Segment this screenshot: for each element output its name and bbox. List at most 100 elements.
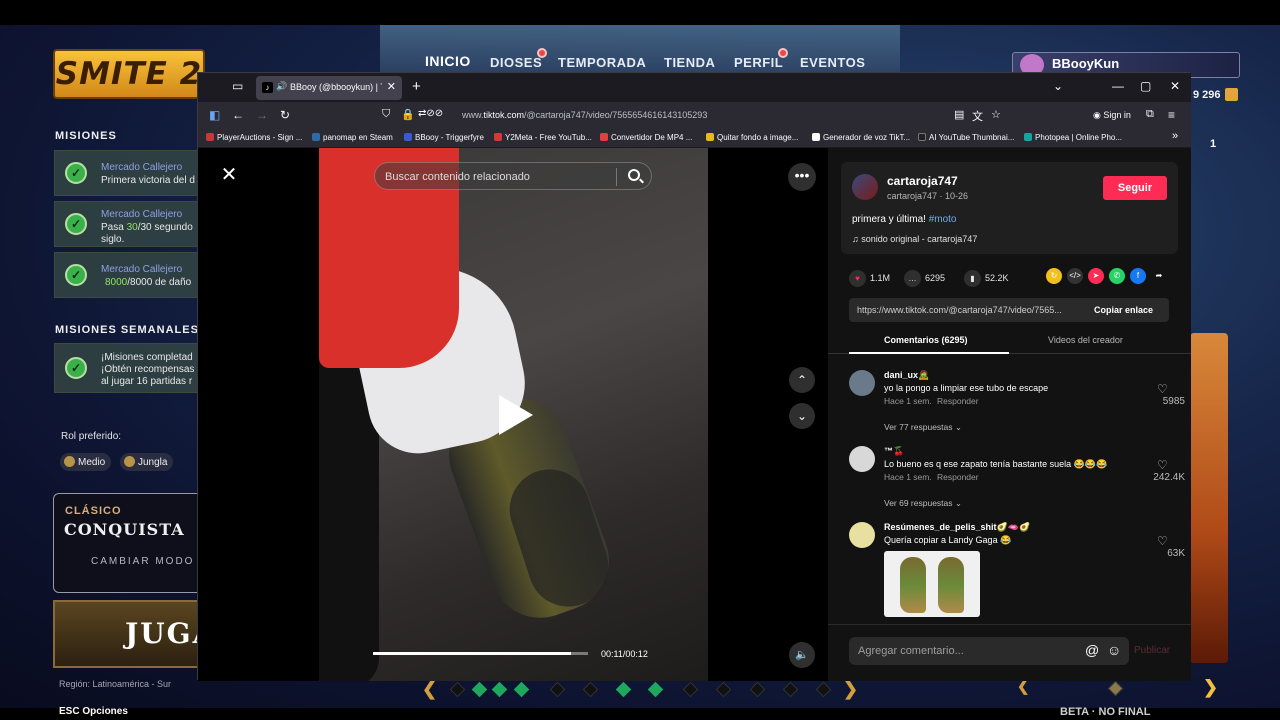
comment-user[interactable]: dani_ux🧟 (884, 370, 929, 381)
forward-icon[interactable]: → (256, 108, 268, 122)
change-mode-button[interactable]: CAMBIAR MODO (91, 556, 194, 567)
nav-eventos[interactable]: EVENTOS (800, 55, 865, 70)
minimize-icon[interactable]: — (1112, 79, 1124, 93)
sign-in-button[interactable]: ◉ Sign in (1093, 110, 1131, 121)
reply-button[interactable]: Responder (937, 396, 979, 406)
publish-button[interactable]: Publicar (1134, 645, 1170, 656)
whatsapp-icon[interactable]: ✆ (1109, 268, 1125, 284)
search-icon[interactable] (628, 169, 640, 181)
mention-icon[interactable]: @ (1085, 642, 1099, 658)
comment-image[interactable] (884, 551, 980, 617)
share-icon[interactable]: ➦ (1151, 268, 1167, 284)
bookmark-item[interactable]: Y2Meta - Free YouTub... (494, 133, 592, 142)
like-button[interactable]: ♥ 1.1M (849, 270, 890, 287)
bookmark-favicon (918, 133, 926, 141)
copy-link-button[interactable]: Copiar enlace (1094, 305, 1153, 315)
tab-overflow-icon[interactable]: ⌄ (1053, 79, 1063, 93)
mission-card[interactable]: ✓ Mercado Callejero Primera victoria del… (54, 150, 204, 196)
author-subtitle: cartaroja747 · 10-26 (887, 191, 969, 201)
mission-card[interactable]: ✓ Mercado Callejero Pasa 30/30 segundo s… (54, 201, 204, 247)
weekly-mission-card[interactable]: ✓ ¡Misiones completad ¡Obtén recompensas… (54, 343, 204, 393)
translate-icon[interactable]: 文 (972, 108, 983, 124)
mission-card[interactable]: ✓ Mercado Callejero 8000/8000 de daño (54, 252, 204, 298)
permissions-icon[interactable]: ⇄⊘⊘ (418, 108, 443, 119)
lock-icon[interactable]: 🔒 (401, 108, 415, 121)
heart-icon[interactable]: ♡ (1157, 458, 1168, 472)
facebook-icon[interactable]: f (1130, 268, 1146, 284)
sidebar-icon[interactable]: ◧ (209, 108, 220, 122)
more-options-icon[interactable]: ••• (788, 163, 816, 191)
nav-dioses[interactable]: DIOSES (490, 55, 542, 70)
close-window-icon[interactable]: ✕ (1170, 79, 1180, 93)
hashtag-link[interactable]: #moto (929, 214, 957, 225)
avatar[interactable] (852, 174, 878, 200)
repost-icon[interactable]: ↻ (1046, 268, 1062, 284)
avatar[interactable] (849, 522, 875, 548)
reply-button[interactable]: Responder (937, 472, 979, 482)
close-icon[interactable]: ✕ (216, 162, 242, 188)
related-search-input[interactable]: Buscar contenido relacionado (374, 162, 652, 190)
shield-icon[interactable]: ⛉ (382, 108, 390, 121)
speaker-icon[interactable]: 🔊 (276, 81, 287, 92)
new-tab-icon[interactable]: + (412, 78, 421, 95)
bookmark-item[interactable]: Quitar fondo a image... (706, 133, 798, 142)
bookmarks-overflow-icon[interactable]: » (1172, 130, 1178, 142)
next-arrow-icon[interactable]: ❯ (1203, 677, 1218, 698)
emoji-icon[interactable]: ☺ (1107, 642, 1121, 658)
embed-icon[interactable]: </> (1067, 268, 1083, 284)
view-replies-button[interactable]: Ver 77 respuestas ⌄ (884, 422, 962, 433)
video-time: 00:11/00:12 (601, 649, 648, 659)
reload-icon[interactable]: ↻ (280, 108, 290, 122)
view-replies-button[interactable]: Ver 69 respuestas ⌄ (884, 498, 962, 509)
sound-link[interactable]: ♫ sonido original - cartaroja747 (852, 234, 977, 244)
avatar[interactable] (849, 370, 875, 396)
star-icon[interactable]: ☆ (991, 108, 1001, 121)
bookmark-item[interactable]: Photopea | Online Pho... (1024, 133, 1122, 142)
video-progress-bar[interactable] (373, 652, 588, 655)
comment-button[interactable]: … 6295 (904, 270, 945, 287)
comment-likes: 63K (1167, 548, 1185, 559)
volume-icon[interactable]: 🔈 (789, 642, 815, 668)
bookmark-item[interactable]: Convertidor De MP4 ... (600, 133, 692, 142)
tab-creator-videos[interactable]: Videos del creador (1048, 335, 1123, 345)
play-icon[interactable] (499, 395, 533, 435)
avatar[interactable] (849, 446, 875, 472)
carousel-next-icon[interactable]: ❯ (843, 679, 858, 700)
save-button[interactable]: ▮ 52.2K (964, 270, 1009, 287)
nav-inicio[interactable]: INICIO (425, 53, 471, 69)
nav-temporada[interactable]: TEMPORADA (558, 55, 646, 70)
maximize-icon[interactable]: ▢ (1140, 79, 1151, 93)
extensions-icon[interactable]: ⧉ (1146, 108, 1154, 121)
back-icon[interactable]: ← (232, 108, 244, 122)
tab-close-icon[interactable]: ✕ (387, 80, 396, 93)
next-video-icon[interactable]: ⌄ (789, 403, 815, 429)
url-field[interactable]: www.tiktok.com/@cartaroja747/video/75656… (462, 110, 707, 120)
browser-tab-active[interactable]: ♪ 🔊 BBooy (@bbooykun) | TikTo ✕ (256, 76, 402, 100)
mission-desc: 8000/8000 de daño (105, 277, 192, 288)
tab-comments[interactable]: Comentarios (6295) (884, 335, 968, 345)
heart-icon[interactable]: ♡ (1157, 382, 1168, 396)
role-icon (124, 456, 135, 467)
bookmark-item[interactable]: Generador de voz TikT... (812, 133, 910, 142)
comment-input[interactable]: Agregar comentario... @ ☺ (849, 637, 1129, 665)
tab-list-icon[interactable]: ▭ (232, 79, 243, 93)
previous-video-icon[interactable]: ⌃ (789, 367, 815, 393)
bookmark-item[interactable]: PlayerAuctions - Sign ... (206, 133, 302, 142)
bookmark-item[interactable]: BBooy - Triggerfyre (404, 133, 484, 142)
follow-button[interactable]: Seguir (1103, 176, 1167, 200)
send-icon[interactable]: ➤ (1088, 268, 1104, 284)
role-chip-jungla[interactable]: Jungla (120, 453, 174, 471)
bookmark-item[interactable]: panomap en Steam (312, 133, 393, 142)
role-chip-medio[interactable]: Medio (60, 453, 112, 471)
heart-icon[interactable]: ♡ (1157, 534, 1168, 548)
author-name[interactable]: cartaroja747 (887, 174, 958, 188)
comment-user[interactable]: Resúmenes_de_pelis_shit🥑🫦🥑 (884, 522, 1030, 533)
carousel-prev-icon[interactable]: ❮ (422, 679, 437, 700)
nav-perfil[interactable]: PERFIL (734, 55, 783, 70)
reader-icon[interactable]: ▤ (954, 108, 964, 121)
menu-icon[interactable]: ≡ (1168, 108, 1175, 122)
bookmark-item[interactable]: AI YouTube Thumbnai... (918, 133, 1014, 142)
nav-tienda[interactable]: TIENDA (664, 55, 715, 70)
share-link-field[interactable]: https://www.tiktok.com/@cartaroja747/vid… (849, 298, 1169, 322)
comment-user[interactable]: ™🍒 (884, 446, 904, 457)
